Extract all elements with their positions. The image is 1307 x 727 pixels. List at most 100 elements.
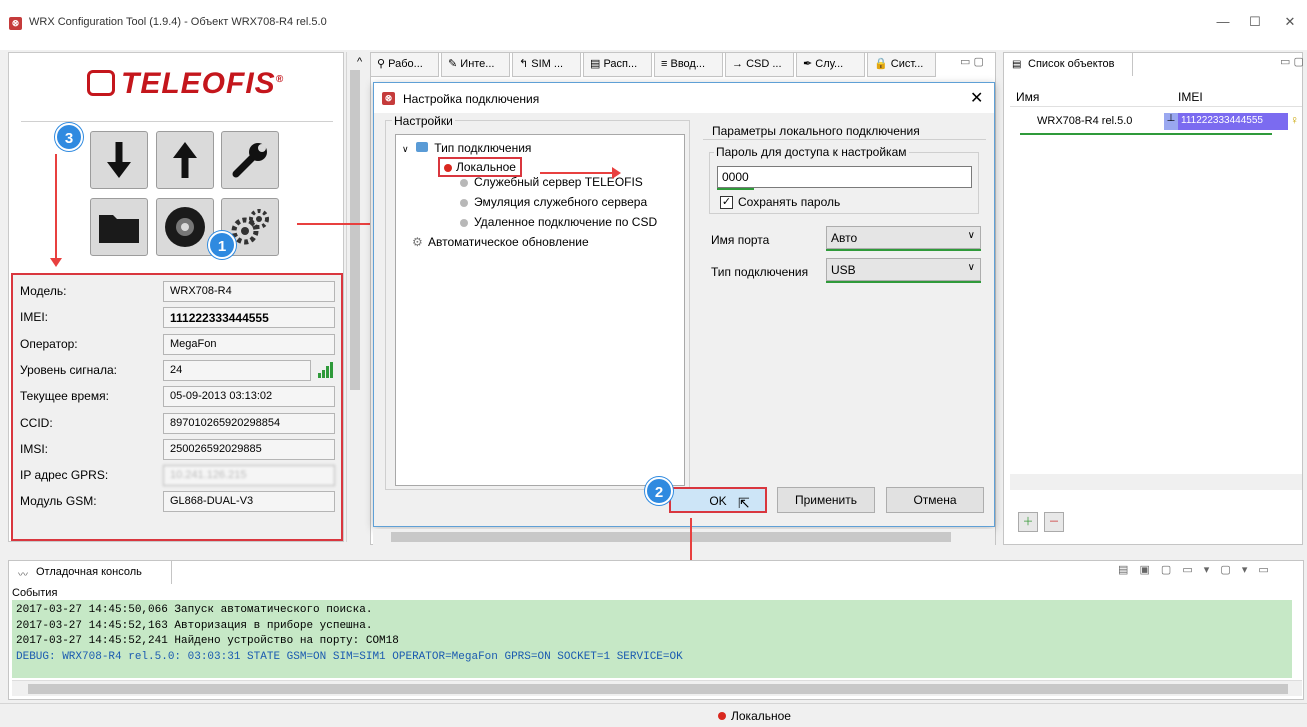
write-config-button[interactable] — [156, 131, 214, 189]
tab-label: Слу... — [815, 58, 844, 70]
tab-label: Сист... — [890, 58, 924, 70]
arrow-up-icon — [173, 142, 197, 178]
port-select[interactable]: Авто ∨ — [826, 226, 981, 249]
firmware-disc-button[interactable] — [156, 198, 214, 256]
info-value: 250026592029885 — [163, 438, 335, 460]
info-value: 05-09-2013 03:13:02 — [163, 386, 335, 408]
tab-work[interactable]: ⚲ Рабо... — [370, 52, 439, 77]
dialog-app-icon: ⊗ — [382, 92, 395, 105]
conn-type-select[interactable]: USB ∨ — [826, 258, 981, 281]
key-icon: ♀ — [1290, 113, 1299, 127]
info-label: Модель: — [20, 284, 67, 298]
tab-service[interactable]: ✒ Слу... — [796, 52, 865, 77]
guide-arrow-local — [540, 172, 614, 174]
info-row: Уровень сигнала: 24 — [13, 357, 343, 383]
work-tab-icon: ⚲ — [377, 58, 389, 70]
remove-object-icon[interactable]: － — [1044, 512, 1064, 532]
tab-inputs[interactable]: ≡ Ввод... — [654, 52, 723, 77]
objects-min-max-icon[interactable]: ▭ ▢ — [1280, 55, 1304, 68]
close-button[interactable]: ✕ — [1275, 12, 1305, 32]
info-label: Модуль GSM: — [20, 494, 97, 509]
password-input[interactable]: 0000 — [717, 166, 972, 188]
title-bar: ⊗ WRX Configuration Tool (1.9.4) - Объек… — [0, 0, 1307, 50]
console-hscrollbar[interactable] — [12, 680, 1302, 696]
tree-node-connection-type[interactable]: ∨ Тип подключения — [402, 141, 531, 155]
info-value: 10.241.126.215 — [163, 465, 335, 487]
port-label: Имя порта — [711, 233, 770, 247]
objects-hscrollbar[interactable] — [1010, 474, 1302, 490]
tab-sim[interactable]: ↰ SIM ... — [512, 52, 581, 77]
service-button[interactable] — [221, 131, 279, 189]
read-config-button[interactable] — [90, 131, 148, 189]
tab-csd[interactable]: → CSD ... — [725, 52, 794, 77]
sim-tab-icon: ↰ — [519, 58, 532, 70]
info-label: IP адрес GPRS: — [20, 468, 109, 483]
app-icon: ⊗ — [9, 17, 22, 30]
csd-tab-icon: → — [732, 58, 747, 70]
status-connection: Локальное — [731, 709, 791, 723]
tab-system[interactable]: 🔒 Сист... — [867, 52, 936, 77]
events-label: События — [12, 587, 58, 599]
service-tab-icon: ✒ — [803, 58, 816, 70]
settings-group: Настройки ∨ Тип подключения Локальное Сл… — [385, 114, 690, 490]
signal-strength-icon — [318, 361, 334, 378]
col-name-header[interactable]: Имя — [1016, 90, 1039, 104]
tab-label: CSD ... — [746, 58, 782, 70]
ok-button[interactable]: OK — [669, 487, 767, 513]
center-hscrollbar[interactable] — [373, 529, 995, 545]
green-underline — [1162, 133, 1272, 135]
guide-arrowhead-local — [612, 167, 621, 179]
info-row: Модель: WRX708-R4 — [13, 278, 343, 304]
info-row: IMSI: 250026592029885 — [13, 436, 343, 462]
table-row[interactable]: WRX708-R4 rel.5.0 ⊥ 111222333444555 ♀ — [1020, 113, 1302, 131]
apply-button[interactable]: Применить — [777, 487, 875, 513]
tree-node-server-emulation[interactable]: Эмуляция служебного сервера — [456, 195, 647, 209]
gray-pin-icon — [460, 179, 468, 187]
save-password-label: Сохранять пароль — [738, 195, 841, 209]
info-label: Оператор: — [20, 336, 78, 351]
antenna-icon: ⊥ — [1164, 113, 1178, 130]
callout-2: 2 — [645, 477, 673, 505]
info-label: Уровень сигнала: — [20, 362, 117, 377]
mouse-cursor-icon: ⇱ — [738, 495, 750, 511]
maximize-button[interactable]: ☐ — [1240, 12, 1270, 32]
green-underline — [717, 188, 754, 190]
tab-interfaces[interactable]: ✎ Инте... — [441, 52, 510, 77]
console-toolbar-icons[interactable]: ▤ ▣ ▢ ▭ ▾ ▢ ▾ ▭ — [1118, 563, 1273, 576]
tree-node-csd-remote[interactable]: Удаленное подключение по CSD — [456, 215, 657, 229]
settings-legend: Настройки — [392, 114, 455, 128]
info-label: CCID: — [20, 415, 53, 430]
info-value: 111222333444555 — [163, 307, 335, 329]
arrow-down-icon — [107, 142, 131, 178]
params-title: Параметры локального подключения — [712, 124, 920, 138]
col-imei-header[interactable]: IMEI — [1178, 90, 1203, 104]
tree-node-local[interactable]: Локальное — [438, 157, 522, 177]
objects-list-tab[interactable]: ▤ Список объектов — [1003, 52, 1133, 76]
system-tab-icon: 🔒 — [874, 58, 891, 70]
minimize-button[interactable]: — — [1208, 12, 1238, 32]
dialog-title: Настройка подключения — [403, 92, 540, 106]
header-divider — [1010, 106, 1302, 107]
folder-icon — [99, 215, 139, 243]
dialog-close-icon[interactable]: ✕ — [970, 88, 983, 108]
add-object-icon[interactable]: ＋ — [1018, 512, 1038, 532]
object-name: WRX708-R4 rel.5.0 — [1037, 115, 1133, 127]
tab-schedule[interactable]: ▤ Расп... — [583, 52, 652, 77]
cancel-button[interactable]: Отмена — [886, 487, 984, 513]
tree-node-auto-update[interactable]: ⚙ Автоматическое обновление — [410, 235, 589, 249]
connection-settings-dialog: ⊗ Настройка подключения ✕ Настройки ∨ Ти… — [373, 82, 995, 527]
open-folder-button[interactable] — [90, 198, 148, 256]
callout-1: 1 — [208, 231, 236, 259]
app-window: ⊗ WRX Configuration Tool (1.9.4) - Объек… — [0, 0, 1307, 727]
pane-min-max-icon[interactable]: ▭ ▢ — [960, 55, 984, 68]
device-info-table: Модель: WRX708-R4 IMEI: 111222333444555 Опер… — [11, 273, 343, 541]
save-password-checkbox[interactable]: ✓ — [720, 196, 733, 209]
disc-icon — [165, 207, 205, 247]
pane-collapse-icon[interactable]: ^ — [357, 56, 362, 68]
console-tab[interactable]: 〰 Отладочная консоль — [8, 560, 172, 584]
console-log[interactable]: 2017-03-27 14:45:50,066 Запуск автоматич… — [12, 600, 1292, 678]
info-row: Оператор: MegaFon — [13, 331, 343, 357]
log-line: 2017-03-27 14:45:52,163 Авторизация в пр… — [16, 619, 373, 632]
info-value: 897010265920298854 — [163, 412, 335, 434]
left-panel-scrollbar[interactable] — [346, 52, 363, 542]
